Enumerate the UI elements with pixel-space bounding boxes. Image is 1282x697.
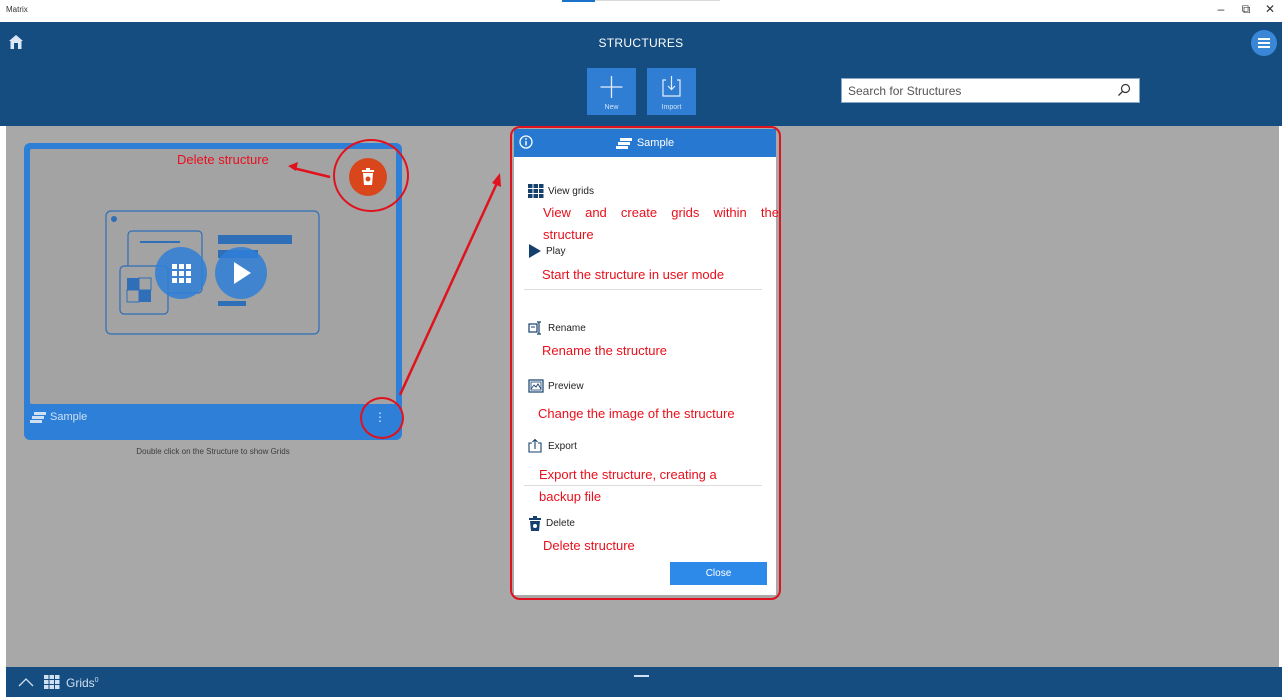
bottom-left-edge: [0, 667, 6, 697]
chevron-up-icon[interactable]: [18, 677, 34, 687]
drag-handle[interactable]: [634, 675, 649, 677]
grid-icon: [44, 675, 60, 689]
grids-toggle[interactable]: Grids0: [66, 676, 99, 690]
grids-label: Grids: [66, 676, 95, 690]
bottom-bar: Grids0: [0, 667, 1282, 697]
annotation-dialog-frame: [510, 126, 781, 600]
grids-count: 0: [94, 677, 99, 684]
